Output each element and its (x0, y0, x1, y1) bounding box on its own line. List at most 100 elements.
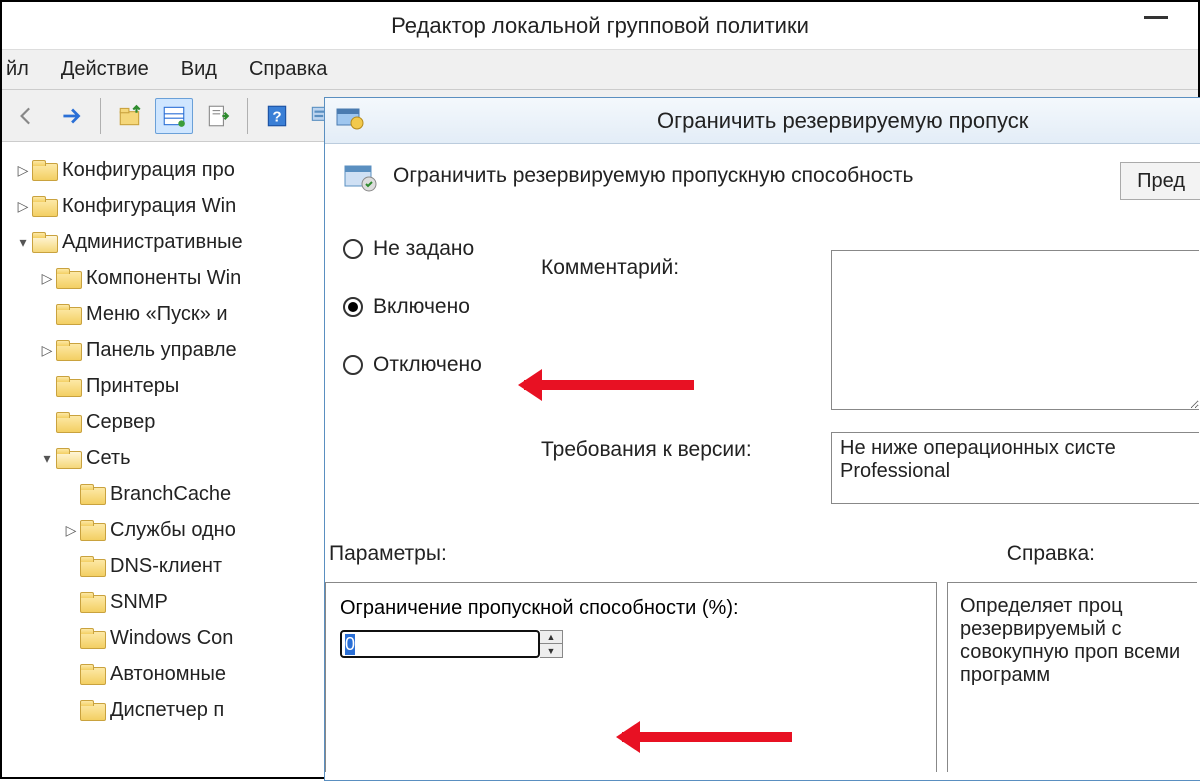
previous-setting-button[interactable]: Пред (1120, 162, 1200, 200)
nav-back-button[interactable] (8, 98, 46, 134)
tree-item-label: Панель управле (86, 339, 237, 362)
tree-item[interactable]: ▷BranchCache (2, 476, 322, 512)
radio-icon (343, 355, 363, 375)
menu-view[interactable]: Вид (177, 58, 221, 81)
tree-item[interactable]: ▷Сервер (2, 404, 322, 440)
dialog-title: Ограничить резервируемую пропуск (657, 108, 1028, 134)
folder-icon (80, 556, 104, 576)
toolbar-separator (247, 98, 248, 134)
menu-help[interactable]: Справка (245, 58, 331, 81)
tree-item[interactable]: ▷Автономные (2, 656, 322, 692)
tree-item-label: Административные (62, 231, 243, 254)
nav-forward-button[interactable] (52, 98, 90, 134)
folder-icon (32, 196, 56, 216)
policy-titlebar-icon (335, 105, 365, 136)
radio-icon (343, 297, 363, 317)
tree-item-label: Сеть (86, 447, 130, 470)
dialog-body: Ограничить резервируемую пропускную спос… (325, 144, 1200, 780)
policy-title: Ограничить резервируемую пропускную спос… (393, 160, 914, 188)
tree-item-label: DNS-клиент (110, 555, 222, 578)
folder-icon (56, 376, 80, 396)
folder-icon (80, 700, 104, 720)
tree-item-label: Конфигурация про (62, 159, 235, 182)
folder-icon (56, 340, 80, 360)
tree-item-label: Автономные (110, 663, 226, 686)
tree-item[interactable]: ▷Принтеры (2, 368, 322, 404)
view-details-button[interactable] (155, 98, 193, 134)
folder-icon (56, 412, 80, 432)
tree-item-label: Сервер (86, 411, 155, 434)
folder-icon (56, 304, 80, 324)
chevron-down-icon[interactable]: ▾ (14, 234, 32, 251)
chevron-right-icon[interactable]: ▷ (38, 342, 56, 359)
tree-item[interactable]: ▷ Панель управле (2, 332, 322, 368)
help-button[interactable]: ? (258, 98, 296, 134)
folder-icon (80, 484, 104, 504)
bandwidth-label: Ограничение пропускной способности (%): (340, 597, 922, 620)
radio-label: Отключено (373, 353, 482, 377)
requirements-label: Требования к версии: (541, 438, 752, 462)
comment-field[interactable] (831, 250, 1199, 410)
folder-icon (80, 520, 104, 540)
chevron-right-icon[interactable]: ▷ (14, 198, 32, 215)
tree-panel: ▷ Конфигурация про ▷ Конфигурация Win ▾ Админ… (2, 142, 322, 777)
tree-item[interactable]: ▾ Административные (2, 224, 322, 260)
tree-item[interactable]: ▷SNMP (2, 584, 322, 620)
tree-item-label: SNMP (110, 591, 168, 614)
window-titlebar: Редактор локальной групповой политики (2, 2, 1198, 50)
tree-item[interactable]: ▾ Сеть (2, 440, 322, 476)
bandwidth-input[interactable] (340, 630, 540, 658)
tree-item[interactable]: ▷ Службы одно (2, 512, 322, 548)
export-list-button[interactable] (199, 98, 237, 134)
comment-label: Комментарий: (541, 256, 679, 280)
folder-icon (80, 664, 104, 684)
tree-item-label: Меню «Пуск» и (86, 303, 227, 326)
help-label: Справка: (1007, 542, 1095, 566)
radio-icon (343, 239, 363, 259)
spinner-up-button[interactable]: ▲ (540, 631, 562, 644)
svg-text:?: ? (272, 108, 281, 125)
policy-dialog: Ограничить резервируемую пропуск Огранич… (324, 97, 1200, 781)
requirements-value: Не ниже операционных систе Professional (831, 432, 1199, 504)
menubar: йл Действие Вид Справка (2, 50, 1198, 90)
tree-item-label: Диспетчер п (110, 699, 224, 722)
help-panel: Определяет проц резервируемый с совокупн… (947, 582, 1197, 772)
folder-icon (80, 592, 104, 612)
radio-label: Не задано (373, 237, 474, 261)
folder-icon (32, 232, 56, 252)
folder-icon (56, 268, 80, 288)
tree-item-label: Конфигурация Win (62, 195, 236, 218)
folder-icon (80, 628, 104, 648)
tree-item-label: Windows Con (110, 627, 233, 650)
spinner-down-button[interactable]: ▼ (540, 644, 562, 657)
bandwidth-spinner: ▲ ▼ (340, 630, 922, 658)
params-label: Параметры: (329, 542, 447, 566)
toolbar-separator (100, 98, 101, 134)
tree-item-label: Компоненты Win (86, 267, 241, 290)
tree-item[interactable]: ▷DNS-клиент (2, 548, 322, 584)
policy-header: Ограничить резервируемую пропускную спос… (343, 160, 1183, 197)
tree-item[interactable]: ▷Windows Con (2, 620, 322, 656)
tree-item-label: BranchCache (110, 483, 231, 506)
tree-item-label: Принтеры (86, 375, 179, 398)
tree-item[interactable]: ▷ Конфигурация Win (2, 188, 322, 224)
chevron-right-icon[interactable]: ▷ (38, 270, 56, 287)
folder-icon (56, 448, 80, 468)
tree-item[interactable]: ▷ Конфигурация про (2, 152, 322, 188)
chevron-down-icon[interactable]: ▾ (38, 450, 56, 467)
tree-item[interactable]: ▷Меню «Пуск» и (2, 296, 322, 332)
minimize-button[interactable] (1144, 16, 1168, 19)
tree-item-label: Службы одно (110, 519, 236, 542)
radio-label: Включено (373, 295, 470, 319)
dialog-titlebar: Ограничить резервируемую пропуск (325, 98, 1200, 144)
tree-item[interactable]: ▷Диспетчер п (2, 692, 322, 728)
annotation-arrow (622, 732, 792, 742)
menu-file[interactable]: йл (2, 58, 33, 81)
window-title: Редактор локальной групповой политики (391, 13, 809, 39)
chevron-right-icon[interactable]: ▷ (14, 162, 32, 179)
chevron-right-icon[interactable]: ▷ (62, 522, 80, 539)
tree-item[interactable]: ▷ Компоненты Win (2, 260, 322, 296)
menu-action[interactable]: Действие (57, 58, 153, 81)
folder-up-button[interactable] (111, 98, 149, 134)
folder-icon (32, 160, 56, 180)
